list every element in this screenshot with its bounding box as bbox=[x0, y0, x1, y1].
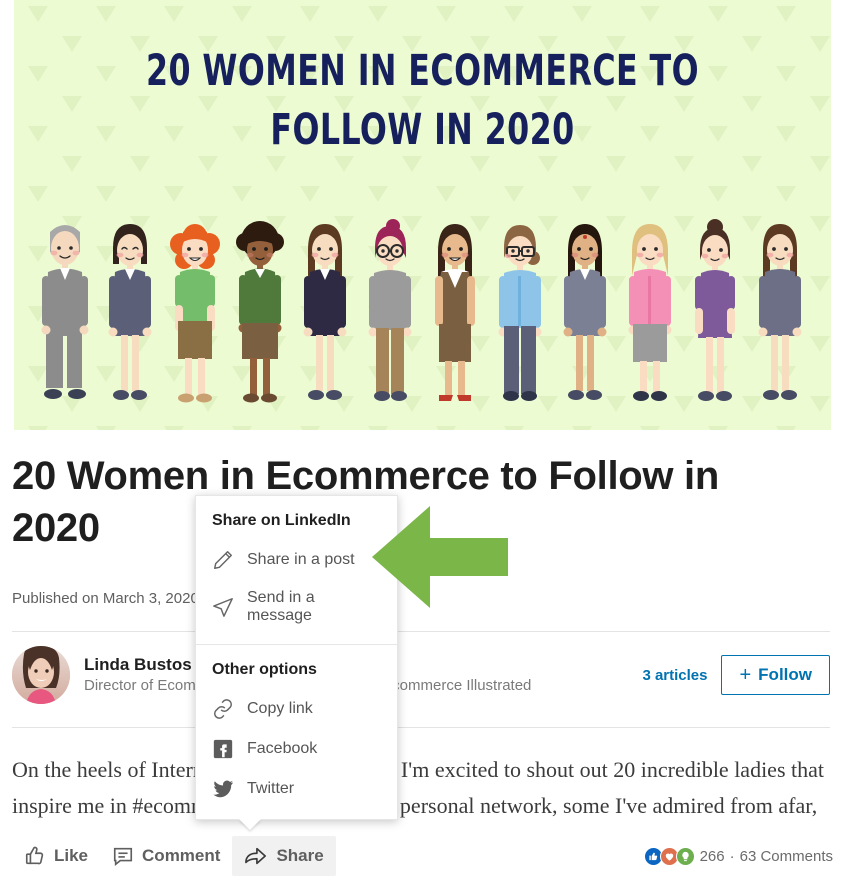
article-title: 20 Women in Ecommerce to Follow in 2020 bbox=[12, 454, 719, 550]
other-options-header: Other options bbox=[212, 661, 317, 678]
twitter-label: Twitter bbox=[247, 780, 295, 797]
comment-label: Comment bbox=[142, 846, 221, 865]
other-options-section: Other options Copy link Facebook Twitter bbox=[196, 645, 397, 819]
author-avatar[interactable] bbox=[12, 646, 70, 704]
send-in-a-message-label: Send in a message bbox=[247, 589, 315, 624]
share-arrow-icon bbox=[245, 847, 267, 865]
follow-button-label: Follow bbox=[758, 665, 812, 684]
figure-11 bbox=[695, 219, 735, 401]
hero-title-text: 20 WOMEN IN ECOMMERCE TO FOLLOW IN 2020 bbox=[146, 46, 699, 156]
facebook-item[interactable]: Facebook bbox=[196, 729, 397, 769]
share-in-a-post-item[interactable]: Share in a post bbox=[196, 540, 397, 580]
twitter-item[interactable]: Twitter bbox=[196, 769, 397, 809]
share-button[interactable]: Share bbox=[232, 836, 336, 876]
figure-4 bbox=[236, 221, 284, 403]
reactions-summary: 266 · 63 Comments bbox=[643, 846, 833, 866]
article-hero-image: 20 WOMEN IN ECOMMERCE TO FOLLOW IN 2020 bbox=[14, 0, 831, 430]
facebook-icon bbox=[213, 739, 233, 759]
comment-icon bbox=[113, 847, 133, 866]
figure-7 bbox=[435, 224, 475, 401]
share-in-a-post-label: Share in a post bbox=[247, 551, 355, 568]
social-action-bar: Like Comment Share 266 · 63 Comments bbox=[0, 828, 845, 884]
heart-glyph bbox=[665, 853, 673, 861]
hero-figures-illustration bbox=[14, 206, 831, 418]
figure-5 bbox=[303, 224, 347, 400]
figure-8 bbox=[498, 225, 542, 401]
reaction-count: 266 bbox=[699, 847, 725, 865]
author-actions: 3 articles + Follow bbox=[642, 655, 830, 695]
comment-button[interactable]: Comment bbox=[100, 836, 232, 876]
divider-below-author bbox=[12, 727, 830, 728]
send-in-a-message-item[interactable]: Send in a message bbox=[196, 580, 397, 634]
thumbs-up-glyph bbox=[648, 852, 657, 860]
share-on-linkedin-section: Share on LinkedIn Share in a post Send i… bbox=[196, 496, 397, 644]
figure-6 bbox=[368, 219, 412, 401]
pencil-icon bbox=[214, 551, 232, 569]
twitter-icon bbox=[213, 780, 234, 798]
copy-link-label: Copy link bbox=[247, 700, 313, 717]
thumbs-up-icon bbox=[25, 846, 44, 865]
send-icon bbox=[213, 598, 233, 617]
facebook-label: Facebook bbox=[247, 740, 318, 757]
avatar-photo bbox=[12, 646, 70, 704]
divider-above-author bbox=[12, 631, 830, 632]
article-published-date: Published on March 3, 2020 bbox=[12, 590, 199, 607]
figure-12 bbox=[758, 224, 802, 400]
plus-icon: + bbox=[739, 664, 752, 686]
share-dropdown-menu: Share on LinkedIn Share in a post Send i… bbox=[195, 495, 398, 830]
follow-button[interactable]: + Follow bbox=[721, 655, 830, 695]
figure-9 bbox=[563, 224, 607, 400]
dropdown-caret bbox=[239, 819, 261, 830]
share-label: Share bbox=[276, 846, 324, 865]
link-icon bbox=[214, 699, 232, 719]
copy-link-item[interactable]: Copy link bbox=[196, 689, 397, 729]
linkedin-article-page: 20 WOMEN IN ECOMMERCE TO FOLLOW IN 2020 bbox=[0, 0, 845, 884]
comments-count[interactable]: 63 Comments bbox=[740, 848, 833, 865]
reaction-separator: · bbox=[729, 847, 735, 865]
like-button[interactable]: Like bbox=[12, 836, 100, 876]
figure-10 bbox=[628, 224, 672, 401]
reaction-icons bbox=[643, 846, 695, 866]
articles-count-link[interactable]: 3 articles bbox=[642, 667, 707, 684]
author-row: Linda Bustos Director of Ecommerce Resea… bbox=[12, 645, 830, 705]
lightbulb-glyph bbox=[681, 851, 689, 861]
figure-1 bbox=[41, 225, 89, 399]
figure-2 bbox=[108, 224, 152, 400]
share-on-linkedin-header: Share on LinkedIn bbox=[212, 512, 351, 529]
like-label: Like bbox=[54, 846, 89, 865]
reaction-insightful-icon bbox=[675, 846, 695, 866]
figure-3 bbox=[170, 224, 220, 403]
